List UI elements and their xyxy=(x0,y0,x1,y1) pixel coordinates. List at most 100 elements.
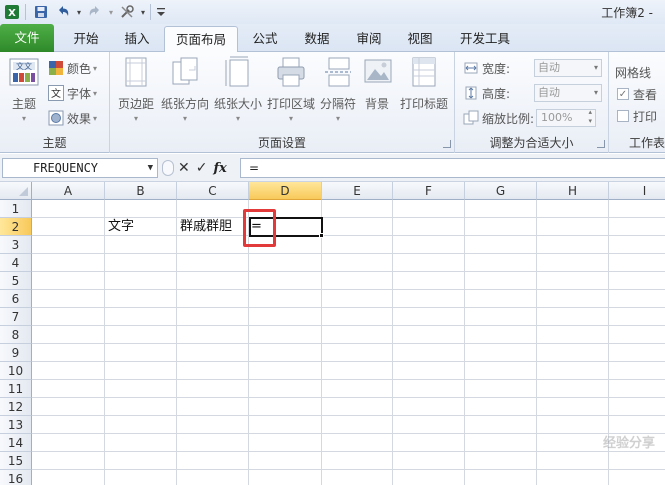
paper-size-icon xyxy=(225,56,249,87)
row-header-5[interactable]: 5 xyxy=(0,272,32,290)
page-setup-group-label: 页面设置 xyxy=(257,136,306,150)
cancel-icon[interactable]: ✕ xyxy=(178,160,190,176)
chevron-down-icon: ▾ xyxy=(335,114,340,123)
formula-bar: FREQUENCY ▼ ✕ ✓ fx = xyxy=(0,154,665,182)
gridlines-print-checkbox[interactable]: 打印 xyxy=(617,106,657,126)
height-label: 高度: xyxy=(482,86,511,101)
save-icon[interactable] xyxy=(31,2,51,22)
gridline xyxy=(32,469,665,470)
row-header-2[interactable]: 2 xyxy=(0,218,32,236)
watermark: 经验分享 xyxy=(602,436,655,451)
undo-dropdown-icon[interactable]: ▾ xyxy=(75,2,83,22)
select-all-button[interactable] xyxy=(0,182,32,200)
gridlines-view-checkbox[interactable]: ✓ 查看 xyxy=(617,84,657,104)
row-header-15[interactable]: 15 xyxy=(0,452,32,470)
column-header-e[interactable]: E xyxy=(322,182,393,200)
chevron-down-icon: ▾ xyxy=(21,114,26,123)
cell-c2[interactable]: 群戚群胆 xyxy=(180,218,232,236)
formula-buttons: ✕ ✓ fx xyxy=(162,158,240,178)
row-header-3[interactable]: 3 xyxy=(0,236,32,254)
highlight-annotation xyxy=(243,209,276,247)
scale-group-label: 调整为合适大小 xyxy=(489,136,574,150)
theme-colors-button[interactable]: 颜色 ▾ xyxy=(48,58,97,78)
scale-launcher-icon[interactable] xyxy=(597,140,605,148)
row-header-13[interactable]: 13 xyxy=(0,416,32,434)
fonts-label: 字体 xyxy=(67,86,92,101)
formula-input[interactable]: = xyxy=(240,158,665,178)
row-header-10[interactable]: 10 xyxy=(0,362,32,380)
gridline xyxy=(32,253,665,254)
enter-icon[interactable]: ✓ xyxy=(196,160,208,176)
scale-spinner[interactable]: 100% ▴ ▾ xyxy=(536,108,597,127)
column-header-h[interactable]: H xyxy=(537,182,609,200)
gridlines-heading: 网格线 xyxy=(615,65,652,80)
insert-function-icon[interactable]: fx xyxy=(213,161,226,176)
breaks-button[interactable]: 分隔符 ▾ xyxy=(318,56,358,123)
tools-dropdown-icon[interactable]: ▾ xyxy=(139,2,147,22)
column-header-c[interactable]: C xyxy=(177,182,249,200)
row-header-16[interactable]: 16 xyxy=(0,470,32,485)
column-header-d[interactable]: D xyxy=(249,182,322,200)
column-header-b[interactable]: B xyxy=(105,182,177,200)
print-titles-button[interactable]: 打印标题 xyxy=(398,56,450,112)
svg-text:文: 文 xyxy=(51,87,61,100)
width-select[interactable]: 自动 ▾ xyxy=(534,59,602,77)
gridline xyxy=(32,289,665,290)
column-header-f[interactable]: F xyxy=(393,182,465,200)
tab-developer[interactable]: 开发工具 xyxy=(452,26,518,52)
row-header-1[interactable]: 1 xyxy=(0,200,32,218)
page-setup-group: 页边距 ▾ 纸张方向 ▾ 纸张大小 ▾ 打印区域 ▾ 分隔符 ▾ 背景 打印标题… xyxy=(110,52,455,153)
tab-home[interactable]: 开始 xyxy=(62,26,110,52)
page-setup-launcher-icon[interactable] xyxy=(443,140,451,148)
tools-icon[interactable] xyxy=(117,2,137,22)
print-area-button[interactable]: 打印区域 ▾ xyxy=(266,56,316,123)
row-header-4[interactable]: 4 xyxy=(0,254,32,272)
customize-icon[interactable] xyxy=(156,2,166,22)
undo-icon[interactable] xyxy=(53,2,73,22)
margins-button[interactable]: 页边距 ▾ xyxy=(114,56,158,123)
tab-data[interactable]: 数据 xyxy=(296,26,338,52)
tab-file[interactable]: 文件 xyxy=(0,24,54,52)
column-header-a[interactable]: A xyxy=(32,182,105,200)
width-control: 宽度: 自动 ▾ xyxy=(463,58,602,78)
margins-icon xyxy=(125,57,147,87)
print-area-icon xyxy=(277,57,305,87)
tab-formulas[interactable]: 公式 xyxy=(244,26,286,52)
themes-button[interactable]: 文文 主题 ▾ xyxy=(6,56,42,123)
chevron-down-icon[interactable]: ▼ xyxy=(148,159,153,177)
row-header-11[interactable]: 11 xyxy=(0,380,32,398)
background-button[interactable]: 背景 xyxy=(362,56,392,112)
resize-handle-icon[interactable] xyxy=(162,160,174,176)
theme-fonts-button[interactable]: 文 字体 ▾ xyxy=(48,83,97,103)
gridline xyxy=(32,307,665,308)
view-label: 查看 xyxy=(633,87,658,102)
row-header-6[interactable]: 6 xyxy=(0,290,32,308)
row-header-7[interactable]: 7 xyxy=(0,308,32,326)
row-header-8[interactable]: 8 xyxy=(0,326,32,344)
cell-b2[interactable]: 文字 xyxy=(108,218,134,236)
tab-review[interactable]: 审阅 xyxy=(348,26,390,52)
height-select[interactable]: 自动 ▾ xyxy=(534,84,602,102)
orientation-label: 纸张方向 xyxy=(160,97,209,111)
worksheet-grid[interactable]: A B C D E F G H I 1 2 3 4 5 6 7 8 9 10 1… xyxy=(0,182,665,485)
name-box-value: FREQUENCY xyxy=(33,161,99,175)
redo-icon[interactable] xyxy=(85,2,105,22)
name-box[interactable]: FREQUENCY ▼ xyxy=(2,158,158,178)
excel-logo-icon[interactable]: X xyxy=(2,2,22,22)
size-button[interactable]: 纸张大小 ▾ xyxy=(213,56,263,123)
orientation-button[interactable]: 纸张方向 ▾ xyxy=(160,56,210,123)
tab-view[interactable]: 视图 xyxy=(399,26,441,52)
scale-icon xyxy=(463,110,479,126)
fill-handle[interactable] xyxy=(319,233,324,238)
column-header-g[interactable]: G xyxy=(465,182,537,200)
ribbon-tabs: 文件 开始 插入 页面布局 公式 数据 审阅 视图 开发工具 xyxy=(0,24,665,53)
background-label: 背景 xyxy=(364,97,389,111)
row-header-14[interactable]: 14 xyxy=(0,434,32,452)
redo-dropdown-icon[interactable]: ▾ xyxy=(107,2,115,22)
tab-page-layout[interactable]: 页面布局 xyxy=(164,26,238,53)
row-header-12[interactable]: 12 xyxy=(0,398,32,416)
column-header-i[interactable]: I xyxy=(609,182,665,200)
row-header-9[interactable]: 9 xyxy=(0,344,32,362)
tab-insert[interactable]: 插入 xyxy=(114,26,160,52)
theme-effects-button[interactable]: 效果 ▾ xyxy=(48,108,97,128)
